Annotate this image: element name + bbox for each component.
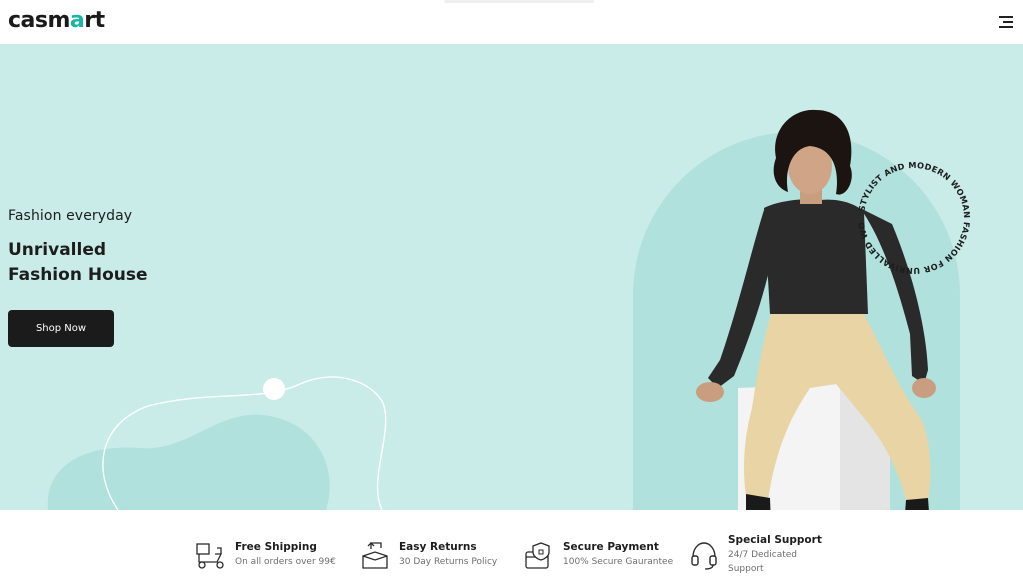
feature-special-support: Special Support 24/7 Dedicated Support	[688, 533, 822, 576]
feature-desc: 100% Secure Gaurantee	[563, 557, 674, 567]
hero-headline-line1: Unrivalled	[8, 240, 107, 260]
secure-card-icon	[525, 542, 550, 569]
feature-desc-line1: 24/7 Dedicated	[728, 550, 797, 560]
top-scroll-indicator	[444, 0, 594, 3]
headset-icon	[691, 542, 717, 570]
feature-title: Easy Returns	[399, 541, 477, 553]
model-image	[696, 109, 936, 510]
feature-desc: On all orders over 99€	[235, 557, 336, 567]
feature-title: Special Support	[728, 534, 822, 546]
feature-title: Secure Payment	[563, 541, 659, 553]
feature-easy-returns: Easy Returns 30 Day Returns Policy	[359, 540, 497, 572]
feature-desc-line2: Support	[728, 564, 764, 574]
hero-text-block: Fashion everyday Unrivalled Fashion Hous…	[8, 208, 148, 288]
features-bar: Free Shipping On all orders over 99€ Eas…	[0, 510, 1023, 584]
hero-eyebrow: Fashion everyday	[8, 208, 133, 224]
circular-tagline: STYLIST AND MODERN WOMAN FASHION FOR UNR…	[852, 156, 972, 276]
site-header: casmart	[0, 0, 1023, 44]
hero-headline: Unrivalled Fashion House	[8, 238, 148, 288]
feature-title: Free Shipping	[235, 541, 317, 553]
feature-desc: 30 Day Returns Policy	[399, 557, 498, 567]
hamburger-menu-icon[interactable]	[999, 16, 1013, 28]
feature-free-shipping: Free Shipping On all orders over 99€	[195, 540, 336, 572]
hero-headline-line2: Fashion House	[8, 265, 148, 285]
hero-banner: Fashion everyday Unrivalled Fashion Hous…	[0, 44, 1023, 510]
shop-now-button[interactable]: Shop Now	[8, 310, 114, 347]
feature-secure-payment: Secure Payment 100% Secure Gaurantee	[523, 540, 673, 572]
circular-tagline-text: STYLIST AND MODERN WOMAN FASHION FOR UNR…	[852, 156, 972, 276]
scooter-delivery-icon	[196, 543, 224, 569]
brand-logo[interactable]: casmart	[8, 8, 105, 33]
return-box-icon	[362, 542, 388, 569]
svg-text:STYLIST AND MODERN WOMAN FASHI: STYLIST AND MODERN WOMAN FASHION FOR UNR…	[852, 156, 972, 276]
